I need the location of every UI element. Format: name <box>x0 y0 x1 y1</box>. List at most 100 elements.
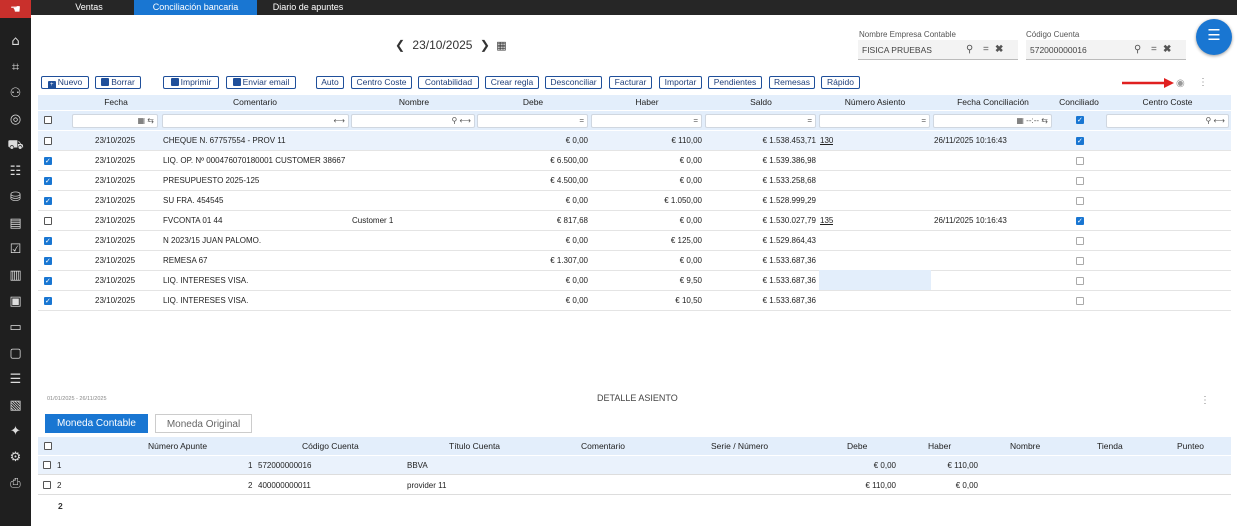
conciliado-checkbox[interactable] <box>1076 297 1084 305</box>
col-saldo[interactable]: Saldo <box>704 95 818 110</box>
row-checkbox[interactable] <box>44 156 52 166</box>
hand-pointer-icon[interactable]: ☚ <box>0 0 31 18</box>
table-row[interactable]: 23/10/2025 FVCONTA 01 44 Customer 1 € 817,6… <box>38 211 1231 231</box>
nombre-filter[interactable]: ⚲ ⟷ <box>351 114 475 128</box>
enviar-email-button[interactable]: Enviar email <box>226 76 296 89</box>
col-haber[interactable]: Haber <box>590 95 704 110</box>
col-comentario[interactable]: Comentario <box>158 95 352 110</box>
col-tienda[interactable]: Tienda <box>1097 437 1123 455</box>
contabilidad-button[interactable]: Contabilidad <box>418 76 479 89</box>
desconciliar-button[interactable]: Desconciliar <box>545 76 602 89</box>
col-nombre[interactable]: Nombre <box>352 95 476 110</box>
detail-row[interactable]: 1 1 572000000016 BBVA € 0,00 € 110,00 <box>38 456 1231 475</box>
more-options-icon[interactable]: ⋮ <box>1198 77 1208 88</box>
detail-row[interactable]: 2 2 400000000011 provider 11 € 110,00 € 0,00 <box>38 476 1231 495</box>
ledger-icon[interactable]: ☰ <box>0 372 31 388</box>
conciliado-filter-checkbox[interactable] <box>1076 115 1084 125</box>
row-checkbox[interactable] <box>44 276 52 286</box>
detail-row-checkbox[interactable] <box>43 481 51 489</box>
eye-icon[interactable]: ◉ <box>1176 78 1185 89</box>
table-row[interactable]: 23/10/2025 LIQ. OP. Nº 000476070180001 CU… <box>38 151 1231 171</box>
table-row[interactable]: 23/10/2025 N 2023/15 JUAN PALOMO. € 0,00 € … <box>38 231 1231 251</box>
conciliado-checkbox[interactable] <box>1076 277 1084 285</box>
conciliado-checkbox[interactable] <box>1076 136 1084 146</box>
calculator-icon[interactable]: ▤ <box>0 216 31 232</box>
clear-icon[interactable]: ✖ <box>995 40 1003 60</box>
truck-icon[interactable]: ⛟ <box>0 138 31 154</box>
col-haber-detalle[interactable]: Haber <box>928 437 951 455</box>
home-icon[interactable]: ⌂ <box>0 34 31 50</box>
row-checkbox[interactable] <box>44 256 52 266</box>
rapido-button[interactable]: Rápido <box>821 76 860 89</box>
crear-regla-button[interactable]: Crear regla <box>485 76 539 89</box>
conciliado-checkbox[interactable] <box>1076 216 1084 226</box>
checklist-icon[interactable]: ☑ <box>0 242 31 258</box>
cell-asiento-link[interactable]: 135 <box>820 211 833 231</box>
detail-more-icon[interactable]: ⋮ <box>1200 395 1210 406</box>
cell-asiento-link[interactable]: 130 <box>820 131 833 151</box>
col-comentario-detalle[interactable]: Comentario <box>581 437 625 455</box>
haber-filter[interactable]: = <box>591 114 702 128</box>
sparkle-icon[interactable]: ✦ <box>0 424 31 440</box>
col-debe-detalle[interactable]: Debe <box>847 437 867 455</box>
row-checkbox[interactable] <box>44 137 52 145</box>
imprimir-button[interactable]: Imprimir <box>163 76 219 89</box>
table-row[interactable]: 23/10/2025 LIQ. INTERESES VISA. € 0,00 € 10… <box>38 291 1231 311</box>
gear-icon[interactable]: ⚙ <box>0 450 31 466</box>
auto-button[interactable]: Auto <box>316 76 344 89</box>
row-checkbox[interactable] <box>44 176 52 186</box>
debe-filter[interactable]: = <box>477 114 588 128</box>
col-numero-apunte[interactable]: Número Apunte <box>148 437 207 455</box>
borrar-button[interactable]: Borrar <box>95 76 141 89</box>
chevron-right-icon[interactable]: ❯ <box>480 38 490 52</box>
menu-fab-button[interactable]: ☰ <box>1196 19 1232 55</box>
conciliado-checkbox[interactable] <box>1076 257 1084 265</box>
col-conciliado[interactable]: Conciliado <box>1054 95 1104 110</box>
tab-moneda-contable[interactable]: Moneda Contable <box>45 414 148 433</box>
col-fecha-conciliacion[interactable]: Fecha Conciliación <box>932 95 1054 110</box>
chart-icon[interactable]: ▥ <box>0 268 31 284</box>
conciliado-checkbox[interactable] <box>1076 177 1084 185</box>
importar-button[interactable]: Importar <box>659 76 702 89</box>
target-icon[interactable]: ◎ <box>0 112 31 128</box>
detail-row-checkbox[interactable] <box>43 461 51 469</box>
fecha-filter[interactable]: ▦ ⇆ <box>72 114 158 128</box>
calendar-icon[interactable]: ▦ <box>496 39 506 52</box>
col-centro-coste[interactable]: Centro Coste <box>1104 95 1231 110</box>
detail-select-all-checkbox[interactable] <box>44 442 52 450</box>
equals-icon[interactable]: = <box>1151 40 1157 60</box>
col-punteo[interactable]: Punteo <box>1177 437 1204 455</box>
tab-moneda-original[interactable]: Moneda Original <box>155 414 252 433</box>
asiento-filter[interactable]: = <box>819 114 930 128</box>
col-debe[interactable]: Debe <box>476 95 590 110</box>
register-icon[interactable]: ▭ <box>0 320 31 336</box>
row-checkbox[interactable] <box>44 236 52 246</box>
pendientes-button[interactable]: Pendientes <box>708 76 762 89</box>
table-row[interactable]: 23/10/2025 REMESA 67 € 1.307,00 € 0,00 € 1.5… <box>38 251 1231 271</box>
monitor-icon[interactable]: ▢ <box>0 346 31 362</box>
col-numero-asiento[interactable]: Número Asiento <box>818 95 932 110</box>
table-row[interactable]: 23/10/2025 PRESUPUESTO 2025-125 € 4.500,00… <box>38 171 1231 191</box>
table-row[interactable]: 23/10/2025 LIQ. INTERESES VISA. € 0,00 € 9,… <box>38 271 1231 291</box>
row-checkbox[interactable] <box>44 196 52 206</box>
comentario-filter[interactable]: ⟷ <box>162 114 349 128</box>
table-row[interactable]: 23/10/2025 CHEQUE N. 67757554 - PROV 11 € … <box>38 131 1231 151</box>
id-card-icon[interactable]: ▣ <box>0 294 31 310</box>
coins-icon[interactable]: ⛁ <box>0 190 31 206</box>
col-nombre-detalle[interactable]: Nombre <box>1010 437 1040 455</box>
chevron-left-icon[interactable]: ❮ <box>395 38 405 52</box>
col-titulo-cuenta[interactable]: Título Cuenta <box>449 437 500 455</box>
col-serie-numero[interactable]: Serie / Número <box>711 437 768 455</box>
table-row[interactable]: 23/10/2025 SU FRA. 454545 € 0,00 € 1.050,00… <box>38 191 1231 211</box>
users-icon[interactable]: ⚇ <box>0 86 31 102</box>
conciliado-checkbox[interactable] <box>1076 237 1084 245</box>
tab-diario-de-apuntes[interactable]: Diario de apuntes <box>263 0 353 15</box>
contacts-icon[interactable]: ☷ <box>0 164 31 180</box>
tab-ventas[interactable]: Ventas <box>49 0 129 15</box>
account-field[interactable]: 572000000016 ⚲ = ✖ <box>1026 40 1186 60</box>
centro-coste-filter[interactable]: ⚲ ⟷ <box>1106 114 1229 128</box>
saldo-filter[interactable]: = <box>705 114 816 128</box>
col-codigo-cuenta[interactable]: Código Cuenta <box>302 437 359 455</box>
tab-conciliacion-bancaria[interactable]: Conciliación bancaria <box>134 0 257 15</box>
centro-coste-button[interactable]: Centro Coste <box>351 76 412 89</box>
